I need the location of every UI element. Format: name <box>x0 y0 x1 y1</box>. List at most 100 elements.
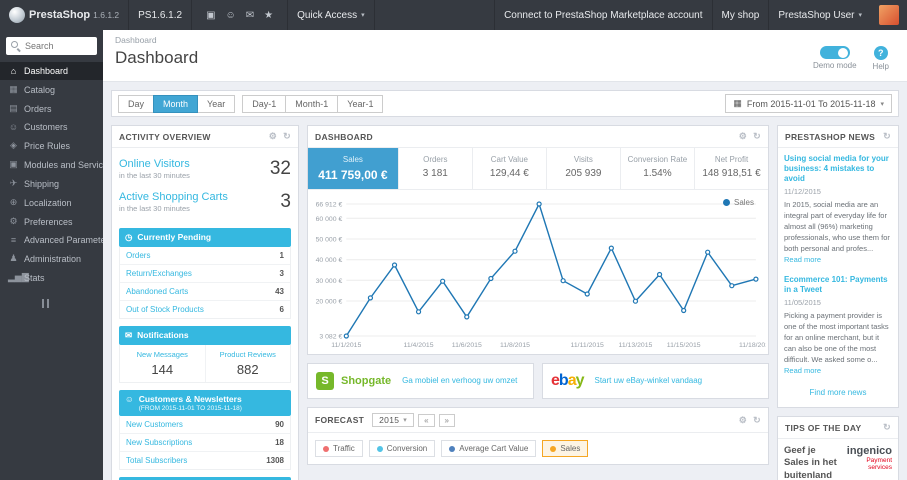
gear-icon[interactable]: ⚙ <box>739 131 747 142</box>
my-shop-link[interactable]: My shop <box>711 0 769 30</box>
forecast-sales-toggle[interactable]: Sales <box>542 440 589 457</box>
date-range-button[interactable]: ▦ From 2015-11-01 To 2015-11-18 ▾ <box>725 94 892 113</box>
kpi-net-profit[interactable]: Net Profit 148 918,51 € <box>695 148 768 189</box>
dashboard-panel: DASHBOARD ⚙ ↻ Sales 411 759,00 € Orders 3 … <box>307 125 769 355</box>
online-visitors-link[interactable]: Online Visitors <box>119 158 190 170</box>
badge-icon[interactable]: ★ <box>259 10 278 21</box>
pending-orders-link[interactable]: Orders <box>126 251 150 260</box>
svg-text:3 082 €: 3 082 € <box>319 334 342 341</box>
kpi-visits[interactable]: Visits 205 939 <box>547 148 621 189</box>
search-input[interactable] <box>25 41 92 51</box>
refresh-icon[interactable]: ↻ <box>753 415 761 426</box>
news-date: 11/05/2015 <box>784 298 821 307</box>
sidebar-item-localization[interactable]: ⊕ Localization <box>0 193 103 212</box>
avg-cart-dot-icon <box>449 445 456 452</box>
filter-year-1-button[interactable]: Year-1 <box>337 94 384 113</box>
pending-returns-link[interactable]: Return/Exchanges <box>126 269 192 278</box>
svg-text:11/6/2015: 11/6/2015 <box>452 342 482 349</box>
news-headline-link[interactable]: Using social media for your business: 4 … <box>784 154 892 184</box>
dashboard-icon: ⌂ <box>10 66 17 76</box>
sidebar-item-catalog[interactable]: ▦ Catalog <box>0 80 103 99</box>
gear-icon[interactable]: ⚙ <box>269 131 277 142</box>
forecast-legend: Traffic Conversion Average Cart Value Sa… <box>308 433 768 464</box>
sidebar-search[interactable] <box>6 37 97 55</box>
panel-title: TIPS OF THE DAY <box>785 422 862 433</box>
sidebar-item-advanced-parameters[interactable]: ≡Advanced Parameters <box>0 231 103 249</box>
filter-month-button[interactable]: Month <box>153 94 199 113</box>
sidebar-item-stats[interactable]: ▂▅▇ Stats <box>0 268 103 287</box>
demo-mode-toggle[interactable]: Demo mode <box>813 46 857 70</box>
forecast-avg-cart-toggle[interactable]: Average Cart Value <box>441 440 537 457</box>
read-more-link[interactable]: Read more <box>784 366 821 375</box>
chart-legend[interactable]: Sales <box>722 198 754 207</box>
messages-icon[interactable]: ✉ <box>241 10 259 21</box>
filter-month-1-button[interactable]: Month-1 <box>285 94 339 113</box>
refresh-icon[interactable]: ↻ <box>883 131 891 142</box>
kpi-orders[interactable]: Orders 3 181 <box>399 148 473 189</box>
forecast-next-button[interactable]: » <box>438 413 455 427</box>
forecast-traffic-toggle[interactable]: Traffic <box>315 440 363 457</box>
user-avatar[interactable] <box>879 5 899 25</box>
shopgate-link[interactable]: Ga mobiel en verhoog uw omzet <box>402 376 517 386</box>
out-of-stock-link[interactable]: Out of Stock Products <box>126 305 204 314</box>
refresh-icon[interactable]: ↻ <box>883 422 891 433</box>
customers-icon[interactable]: ☺ <box>221 10 241 21</box>
globe-icon: ⊕ <box>9 197 18 207</box>
gear-icon: ⚙ <box>9 216 18 226</box>
sidebar-item-modules[interactable]: ▣Modules and Services <box>0 155 103 174</box>
new-messages-cell[interactable]: New Messages 144 <box>120 345 205 382</box>
quick-access-menu[interactable]: Quick Access ▾ <box>288 0 375 30</box>
sidebar-item-orders[interactable]: ▤ Orders <box>0 99 103 118</box>
filter-day-button[interactable]: Day <box>118 94 155 113</box>
sidebar-collapse-button[interactable] <box>42 299 103 311</box>
sidebar-item-preferences[interactable]: ⚙ Preferences <box>0 212 103 231</box>
gear-icon[interactable]: ⚙ <box>739 415 747 426</box>
ingenico-logo[interactable]: ingenico Payment services <box>841 445 892 480</box>
sidebar-item-customers[interactable]: ☺ Customers <box>0 118 103 136</box>
total-subscribers-link[interactable]: Total Subscribers <box>126 456 187 465</box>
kpi-row: Sales 411 759,00 € Orders 3 181 Cart Value… <box>308 148 768 190</box>
brand-name: PrestaShop <box>29 9 91 21</box>
news-date: 11/12/2015 <box>784 187 821 196</box>
new-customers-link[interactable]: New Customers <box>126 420 183 429</box>
sidebar-item-price-rules[interactable]: ◈ Price Rules <box>0 136 103 155</box>
kpi-sales[interactable]: Sales 411 759,00 € <box>308 148 399 189</box>
filter-year-button[interactable]: Year <box>197 94 236 113</box>
read-more-link[interactable]: Read more <box>784 255 821 264</box>
kpi-conversion-rate[interactable]: Conversion Rate 1.54% <box>621 148 695 189</box>
new-subscriptions-link[interactable]: New Subscriptions <box>126 438 192 447</box>
help-button[interactable]: ? Help <box>873 45 889 71</box>
prestashop-logo[interactable]: PrestaShop 1.6.1.2 <box>0 0 130 30</box>
filter-day-1-button[interactable]: Day-1 <box>242 94 287 113</box>
help-icon: ? <box>873 45 888 60</box>
ebay-link[interactable]: Start uw eBay-winkel vandaag <box>595 376 703 386</box>
person-icon: ☺ <box>125 394 134 404</box>
tips-of-the-day-panel: TIPS OF THE DAY ↻ Geef je Sales in het b… <box>777 416 899 480</box>
shop-name-link[interactable]: PS1.6.1.2 <box>129 0 193 30</box>
active-carts-link[interactable]: Active Shopping Carts <box>119 191 228 203</box>
shopgate-promo[interactable]: S Shopgate Ga mobiel en verhoog uw omzet <box>307 363 534 399</box>
cart-icon[interactable]: ▣ <box>201 10 220 21</box>
abandoned-carts-link[interactable]: Abandoned Carts <box>126 287 188 296</box>
kpi-cart-value[interactable]: Cart Value 129,44 € <box>473 148 547 189</box>
ebay-promo[interactable]: ebay Start uw eBay-winkel vandaag <box>542 363 769 399</box>
sidebar-menu: ⌂ Dashboard ▦ Catalog ▤ Orders ☺ Customers ◈… <box>0 62 103 287</box>
toggle-on-icon <box>819 46 850 59</box>
forecast-conversion-toggle[interactable]: Conversion <box>368 440 436 457</box>
sidebar-item-dashboard[interactable]: ⌂ Dashboard <box>0 62 103 80</box>
forecast-year-select[interactable]: 2015 ▾ <box>372 413 415 427</box>
refresh-icon[interactable]: ↻ <box>753 131 761 142</box>
sidebar-item-shipping[interactable]: ✈ Shipping <box>0 174 103 193</box>
sidebar-item-administration[interactable]: ♟ Administration <box>0 249 103 268</box>
prestashop-logo-icon <box>9 7 25 23</box>
sales-chart: 66 912 € 60 000 € 50 000 € 40 000 € 30 000 €… <box>308 190 768 354</box>
find-more-news-link[interactable]: Find more news <box>784 386 892 401</box>
product-reviews-cell[interactable]: Product Reviews 882 <box>204 345 291 382</box>
user-menu[interactable]: PrestaShop User ▾ <box>768 0 871 30</box>
forecast-prev-button[interactable]: « <box>418 413 435 427</box>
news-headline-link[interactable]: Ecommerce 101: Payments in a Tweet <box>784 275 892 295</box>
refresh-icon[interactable]: ↻ <box>283 131 291 142</box>
marketplace-link[interactable]: Connect to PrestaShop Marketplace accoun… <box>494 0 711 30</box>
panel-title: DASHBOARD <box>315 131 373 142</box>
customers-row: Total Subscribers 1308 <box>126 456 284 465</box>
